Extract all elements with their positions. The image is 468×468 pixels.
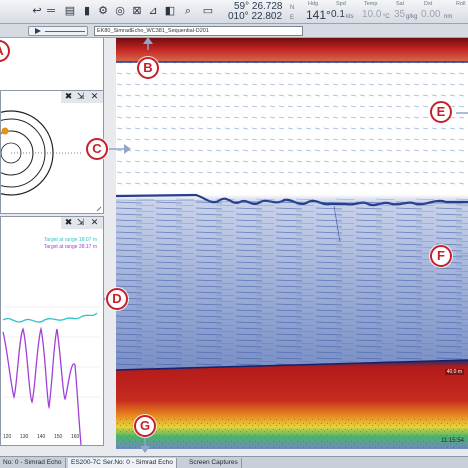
callout-f: F [430,245,452,267]
layers-icon[interactable]: ▤ [63,4,77,18]
distance-value: 0.00 [421,9,441,20]
grid-icon[interactable]: ⊠ [130,4,144,18]
settings-icon[interactable]: ⚙ [96,4,110,18]
salinity-unit: g/kg [406,14,418,20]
channel-tab-bar: No: 0 - Simrad Echo ES200-7C Ser.No: 0 -… [0,456,468,468]
speed-unit: kts [346,14,354,20]
navigation-readout: 59° 26.728 N 010° 22.802 E Hdg 141° Spd … [228,0,468,24]
time-readout: 11:15:54 [441,438,464,444]
zoom-icon[interactable]: ◎ [113,4,127,18]
palette-icon[interactable]: ◧ [163,4,177,18]
salinity-value: 35 [394,9,406,20]
ruler-icon[interactable]: ═ [44,4,58,18]
file-name-field[interactable]: EK80_SimradEcho_WC381_Sequential-D201 [94,26,303,36]
salinity-label: Sal [396,1,404,7]
x-tick: 120 [3,434,12,440]
bar-chart-icon[interactable]: ▮ [80,4,94,18]
temperature-unit: °C [383,14,390,20]
search-icon[interactable]: ⌕ [181,4,195,18]
echogram-canvas[interactable] [116,38,468,449]
callout-g: G [134,415,156,437]
left-top-panel [0,38,104,90]
replay-bar: EK80_SimradEcho_WC381_Sequential-D201 [0,24,468,38]
x-tick: 130 [20,434,29,440]
play-icon[interactable] [35,28,41,34]
frequency-plot [2,306,101,446]
tab-channel-1[interactable]: No: 0 - Simrad Echo [0,458,66,468]
callout-c: C [86,138,108,160]
tab-channel-2[interactable]: ES200-7C Ser.No: 0 - Simrad Echo [68,458,177,468]
temperature-label: Temp [364,1,378,7]
series-target-b [2,326,82,446]
record-icon[interactable]: ▭ [199,4,217,18]
distance-label: Dst [424,1,433,7]
speed-label: Spd [336,1,346,7]
top-toolbar: ↩ ═ ▤ ▮ ⚙ ◎ ⊠ ⊿ ◧ ⌕ ▭ 59° 26.728 N 010° … [0,0,468,24]
replay-slider[interactable] [28,26,88,36]
roll-label: Roll [456,1,466,7]
longitude-hemisphere: E [290,15,295,21]
heading-value: 141° [306,8,331,22]
series-target-a [2,312,98,323]
replay-track[interactable] [45,31,85,32]
depth-readout: 40.0 m [444,369,464,375]
x-tick: 150 [54,434,63,440]
echogram-view[interactable]: 40.0 m 11:15:54 [116,38,468,449]
tab-screen-captures[interactable]: Screen Captures [186,458,242,468]
back-arrow-icon[interactable]: ↩ [30,4,44,18]
x-tick: 160 [71,434,80,440]
x-tick: 140 [37,434,46,440]
measure-icon[interactable]: ⊿ [146,4,160,18]
frequency-response-panel: ✖ ⇲ ✕ Target at range 18.07 m Target at … [0,216,104,446]
longitude-value: 010° 22.802 [228,11,283,22]
callout-d: D [106,288,128,310]
distance-unit: nm [444,14,453,20]
latitude-hemisphere: N [290,5,295,11]
heading-label: Hdg [308,1,319,7]
callout-e: E [430,101,452,123]
speed-value: 0.1 [331,9,345,20]
callout-b: B [137,57,159,79]
temperature-value: 10.0 [362,9,382,20]
echosounder-app: ↩ ═ ▤ ▮ ⚙ ◎ ⊠ ⊿ ◧ ⌕ ▭ 59° 26.728 N 010° … [0,0,468,468]
